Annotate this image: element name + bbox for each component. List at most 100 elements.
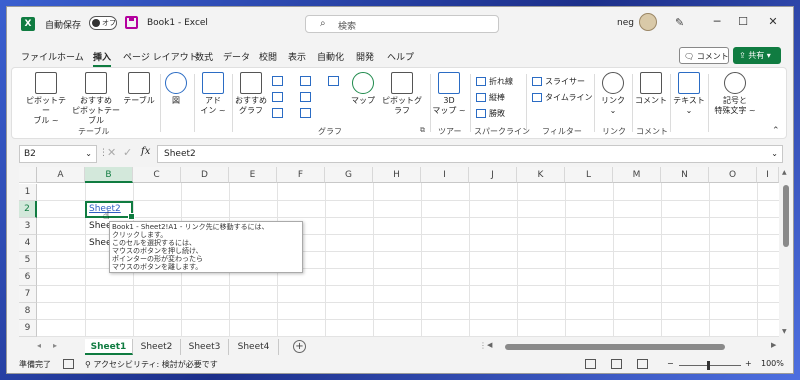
menu-view[interactable]: 表示 bbox=[288, 50, 306, 63]
avatar[interactable] bbox=[639, 13, 657, 31]
hierarchy-chart-icon[interactable] bbox=[300, 76, 311, 86]
column-header[interactable]: E bbox=[229, 167, 277, 183]
text-button[interactable]: テキスト ⌄ bbox=[672, 72, 706, 116]
next-sheet-icon[interactable]: ▸ bbox=[53, 341, 57, 350]
zoom-in-icon[interactable]: + bbox=[745, 359, 752, 368]
column-header[interactable]: L bbox=[565, 167, 613, 183]
scatter-chart-icon[interactable] bbox=[300, 108, 311, 118]
scroll-up-icon[interactable]: ▲ bbox=[782, 169, 787, 176]
menu-page-layout[interactable]: ページ レイアウト bbox=[123, 50, 198, 63]
pen-icon[interactable]: ✎ bbox=[675, 16, 684, 29]
column-header[interactable]: N bbox=[661, 167, 709, 183]
addins-button[interactable]: アド イン ~ bbox=[198, 72, 228, 116]
prev-sheet-icon[interactable]: ◂ bbox=[37, 341, 41, 350]
pie-chart-icon[interactable] bbox=[272, 108, 283, 118]
menu-data[interactable]: データ bbox=[223, 50, 250, 63]
line-chart-icon[interactable] bbox=[272, 92, 283, 102]
menu-insert[interactable]: 挿入 bbox=[93, 50, 112, 67]
scroll-right-icon[interactable]: ▶ bbox=[771, 341, 776, 349]
column-header[interactable]: J bbox=[469, 167, 517, 183]
dialog-launcher-icon[interactable]: ⧉ bbox=[420, 126, 425, 135]
menu-review[interactable]: 校閲 bbox=[259, 50, 277, 63]
column-header[interactable]: B bbox=[85, 167, 133, 183]
save-icon[interactable] bbox=[125, 16, 138, 29]
insert-comment-button[interactable]: コメント bbox=[634, 72, 668, 106]
sheet-tab[interactable]: Sheet1 bbox=[85, 339, 133, 355]
horizontal-scrollbar[interactable] bbox=[499, 343, 749, 351]
collapse-ribbon-icon[interactable]: ⌃ bbox=[772, 126, 780, 136]
map-chart-button[interactable]: マップ bbox=[350, 72, 376, 106]
zoom-out-icon[interactable]: − bbox=[667, 359, 674, 368]
statistic-chart-icon[interactable] bbox=[300, 92, 311, 102]
menu-formulas[interactable]: 数式 bbox=[195, 50, 213, 63]
column-header[interactable]: H bbox=[373, 167, 421, 183]
maximize-icon[interactable]: ☐ bbox=[733, 15, 753, 28]
comment-button[interactable]: 🗨 コメント bbox=[679, 47, 729, 64]
row-header[interactable]: 7 bbox=[19, 286, 37, 303]
vertical-scrollbar[interactable]: ▲ ▼ bbox=[781, 167, 791, 337]
sparkline-line-button[interactable]: 折れ線 bbox=[476, 76, 513, 87]
link-button[interactable]: リンク ⌄ bbox=[598, 72, 628, 116]
cancel-icon[interactable]: ✕ bbox=[107, 146, 116, 159]
expand-formula-icon[interactable]: ⌄ bbox=[771, 149, 778, 158]
page-break-view-icon[interactable] bbox=[637, 359, 648, 369]
insert-function-icon[interactable]: fx bbox=[141, 146, 150, 157]
scroll-thumb[interactable] bbox=[505, 344, 725, 350]
column-header[interactable]: C bbox=[133, 167, 181, 183]
scroll-thumb[interactable] bbox=[783, 185, 789, 247]
add-sheet-icon[interactable]: + bbox=[293, 340, 306, 353]
column-header[interactable]: I bbox=[757, 167, 779, 183]
menu-file[interactable]: ファイル bbox=[21, 50, 57, 63]
scroll-down-icon[interactable]: ▼ bbox=[782, 328, 787, 335]
slicer-button[interactable]: スライサー bbox=[532, 76, 585, 87]
row-header[interactable]: 3 bbox=[19, 218, 37, 235]
page-layout-view-icon[interactable] bbox=[611, 359, 622, 369]
pivot-table-button[interactable]: ピボットテー ブル ~ bbox=[26, 72, 66, 126]
search-box[interactable]: ⌕ 検索 bbox=[305, 15, 499, 33]
sparkline-column-button[interactable]: 縦棒 bbox=[476, 92, 505, 103]
accessibility-status[interactable]: ⚲ アクセシビリティ: 検討が必要です bbox=[85, 359, 218, 370]
zoom-slider[interactable] bbox=[679, 365, 741, 366]
column-header[interactable]: M bbox=[613, 167, 661, 183]
column-header[interactable]: A bbox=[37, 167, 85, 183]
sheet-tab[interactable]: Sheet4 bbox=[229, 339, 279, 355]
autosave-toggle[interactable]: オフ bbox=[89, 16, 117, 30]
zoom-level[interactable]: 100% bbox=[761, 359, 784, 368]
column-header[interactable]: K bbox=[517, 167, 565, 183]
row-header[interactable]: 1 bbox=[19, 184, 37, 201]
menu-home[interactable]: ホーム bbox=[57, 50, 84, 63]
column-header[interactable]: F bbox=[277, 167, 325, 183]
recommended-chart-button[interactable]: おすすめ グラフ bbox=[234, 72, 268, 116]
column-chart-icon[interactable] bbox=[272, 76, 283, 86]
share-button[interactable]: ⇪ 共有 ▾ bbox=[733, 47, 781, 64]
zoom-slider-thumb[interactable] bbox=[707, 361, 710, 370]
row-header[interactable]: 4 bbox=[19, 235, 37, 252]
close-icon[interactable]: ✕ bbox=[763, 15, 783, 28]
3d-map-button[interactable]: 3D マップ ~ bbox=[432, 72, 466, 116]
sparkline-winloss-button[interactable]: 勝敗 bbox=[476, 108, 505, 119]
user-name[interactable]: neg bbox=[617, 18, 634, 28]
row-header[interactable]: 6 bbox=[19, 269, 37, 286]
column-header[interactable]: I bbox=[421, 167, 469, 183]
recommended-pivot-button[interactable]: おすすめ ピボットテーブル bbox=[70, 72, 122, 126]
pivot-chart-button[interactable]: ピボットグラフ bbox=[380, 72, 424, 116]
column-header[interactable]: D bbox=[181, 167, 229, 183]
spreadsheet-grid[interactable]: A B C D E F G H I J K L M N O I 1 2 3 4 … bbox=[19, 167, 779, 337]
select-all-corner[interactable] bbox=[19, 167, 37, 183]
row-header[interactable]: 2 bbox=[19, 201, 37, 218]
formula-input[interactable]: Sheet2 ⌄ bbox=[157, 145, 783, 163]
menu-developer[interactable]: 開発 bbox=[356, 50, 374, 63]
menu-automate[interactable]: 自動化 bbox=[317, 50, 344, 63]
row-header[interactable]: 9 bbox=[19, 320, 37, 337]
row-header[interactable]: 5 bbox=[19, 252, 37, 269]
scroll-left-icon[interactable]: ◀ bbox=[487, 341, 492, 349]
combo-chart-icon[interactable] bbox=[328, 76, 339, 86]
row-header[interactable]: 8 bbox=[19, 303, 37, 320]
illustrations-button[interactable]: 図 bbox=[162, 72, 190, 106]
column-header[interactable]: G bbox=[325, 167, 373, 183]
column-header[interactable]: O bbox=[709, 167, 757, 183]
timeline-button[interactable]: タイムライン bbox=[532, 92, 592, 103]
menu-help[interactable]: ヘルプ bbox=[387, 50, 414, 63]
enter-icon[interactable]: ✓ bbox=[123, 146, 132, 159]
normal-view-icon[interactable] bbox=[585, 359, 596, 369]
